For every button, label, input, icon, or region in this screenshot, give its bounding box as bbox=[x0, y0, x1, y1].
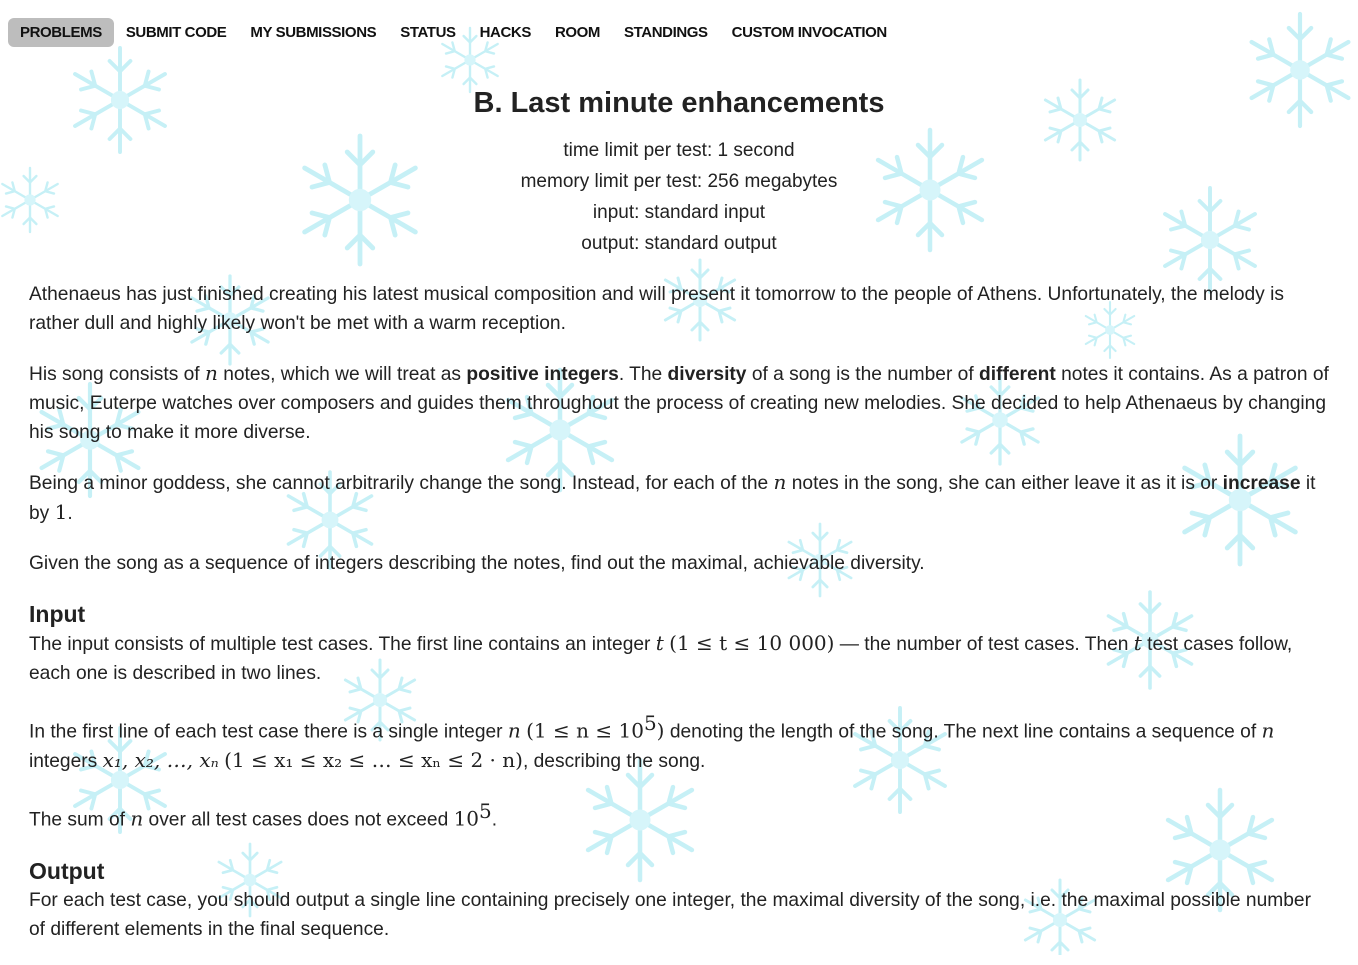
bold-text: diversity bbox=[667, 364, 747, 385]
math-exponent: 5 bbox=[479, 799, 492, 824]
bold-text: positive integers bbox=[466, 364, 619, 385]
text: over all test cases does not exceed bbox=[143, 809, 454, 831]
bold-text: different bbox=[979, 364, 1056, 385]
math-sequence: x₁, x₂, …, xₙ bbox=[102, 748, 219, 773]
text: In the first line of each test case ther… bbox=[29, 721, 508, 743]
problem-statement: Athenaeus has just finished creating his… bbox=[29, 280, 1329, 965]
math-value: 10 bbox=[453, 806, 480, 831]
math-constraint: (1 ≤ t ≤ 10 000) bbox=[669, 631, 835, 655]
nav-submit-code[interactable]: SUBMIT CODE bbox=[114, 18, 239, 47]
text: notes, which we will treat as bbox=[217, 364, 467, 385]
math-n: n bbox=[1261, 718, 1275, 743]
math-n: n bbox=[204, 361, 218, 385]
output-heading: Output bbox=[29, 857, 105, 884]
legend-paragraph-3: Being a minor goddess, she cannot arbitr… bbox=[29, 468, 1329, 528]
nav-status[interactable]: STATUS bbox=[388, 18, 467, 47]
problem-limits: time limit per test: 1 second memory lim… bbox=[0, 135, 1358, 259]
nav-room[interactable]: ROOM bbox=[543, 18, 612, 47]
input-heading: Input bbox=[29, 601, 86, 627]
output-file: output: standard output bbox=[581, 233, 777, 254]
nav-standings[interactable]: STANDINGS bbox=[612, 18, 720, 47]
input-paragraph-2: In the first line of each test case ther… bbox=[29, 709, 1329, 776]
memory-limit: memory limit per test: 256 megabytes bbox=[520, 171, 838, 192]
text: His song consists of bbox=[29, 364, 205, 385]
math-exponent: 5 bbox=[643, 711, 657, 735]
problem-header: B. Last minute enhancements time limit p… bbox=[0, 84, 1358, 259]
math-constraint: (1 ≤ x₁ ≤ x₂ ≤ … ≤ xₙ ≤ 2 · n) bbox=[224, 748, 523, 773]
math-constraint: (1 ≤ n ≤ 10 bbox=[526, 718, 644, 743]
input-file: input: standard input bbox=[592, 202, 766, 223]
math-n: n bbox=[507, 718, 521, 743]
problem-title: B. Last minute enhancements bbox=[473, 87, 885, 119]
legend-paragraph-1: Athenaeus has just finished creating his… bbox=[29, 284, 1284, 334]
input-paragraph-3: The sum of n over all test cases does no… bbox=[29, 797, 1329, 834]
text: The sum of bbox=[29, 809, 131, 831]
legend-paragraph-4: Given the song as a sequence of integers… bbox=[29, 553, 925, 574]
math-n: n bbox=[773, 470, 787, 494]
math-t: t bbox=[1133, 631, 1142, 655]
text: — the number of test cases. Then bbox=[834, 634, 1134, 655]
text: . The bbox=[618, 364, 668, 385]
math-one: 1 bbox=[54, 500, 68, 524]
text: . bbox=[491, 809, 498, 831]
output-paragraph-1: For each test case, you should output a … bbox=[29, 889, 1311, 940]
math-n: n bbox=[130, 806, 144, 831]
text: The input consists of multiple test case… bbox=[29, 634, 656, 655]
text: integers bbox=[29, 751, 103, 773]
top-navigation: PROBLEMS SUBMIT CODE MY SUBMISSIONS STAT… bbox=[8, 18, 899, 47]
nav-my-submissions[interactable]: MY SUBMISSIONS bbox=[238, 18, 388, 47]
text: . bbox=[67, 503, 73, 524]
nav-problems[interactable]: PROBLEMS bbox=[8, 18, 114, 47]
text: notes in the song, she can either leave … bbox=[786, 473, 1223, 494]
text: , describing the song. bbox=[522, 751, 706, 773]
time-limit: time limit per test: 1 second bbox=[563, 140, 795, 161]
text: of a song is the number of bbox=[746, 364, 980, 385]
input-paragraph-1: The input consists of multiple test case… bbox=[29, 629, 1329, 688]
nav-hacks[interactable]: HACKS bbox=[468, 18, 543, 47]
bold-text: increase bbox=[1222, 473, 1301, 494]
legend-paragraph-2: His song consists of n notes, which we w… bbox=[29, 359, 1329, 447]
math-t: t bbox=[655, 631, 664, 655]
text: denoting the length of the song. The nex… bbox=[664, 721, 1262, 743]
nav-custom-invocation[interactable]: CUSTOM INVOCATION bbox=[720, 18, 899, 47]
text: Being a minor goddess, she cannot arbitr… bbox=[29, 473, 774, 494]
